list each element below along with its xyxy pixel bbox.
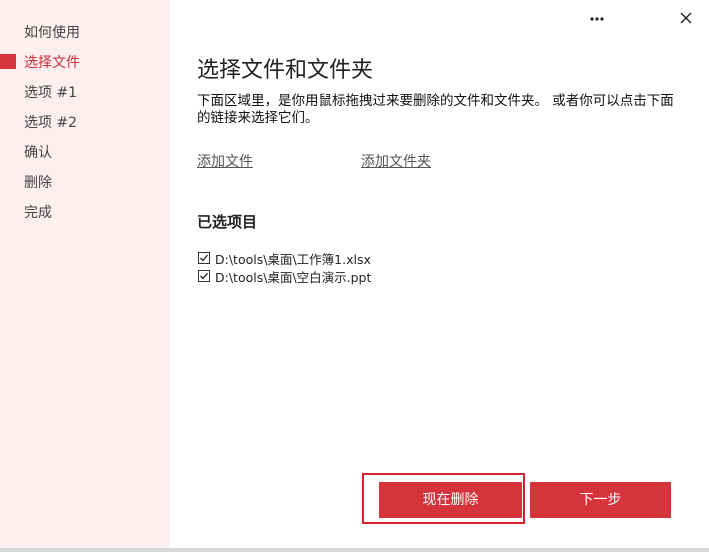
active-marker bbox=[0, 54, 16, 69]
close-icon-svg bbox=[680, 12, 692, 24]
sidebar-item-option-2[interactable]: 选项 #2 bbox=[24, 114, 77, 132]
next-button[interactable]: 下一步 bbox=[530, 482, 671, 518]
sidebar-item-delete[interactable]: 删除 bbox=[24, 174, 52, 192]
file-item[interactable]: D:\tools\桌面\空白演示.ppt bbox=[198, 268, 372, 285]
checkmark-icon bbox=[200, 254, 209, 262]
file-checkbox[interactable] bbox=[198, 252, 210, 264]
checkmark-icon bbox=[200, 272, 209, 280]
sidebar: 如何使用 选择文件 选项 #1 选项 #2 确认 删除 完成 bbox=[0, 0, 170, 552]
selected-items-title: 已选项目 bbox=[197, 213, 258, 231]
file-path: D:\tools\桌面\工作簿1.xlsx bbox=[215, 251, 371, 267]
more-horizontal-icon[interactable] bbox=[585, 8, 609, 30]
file-path: D:\tools\桌面\空白演示.ppt bbox=[215, 269, 372, 285]
sidebar-item-done[interactable]: 完成 bbox=[24, 204, 52, 222]
sidebar-item-select-files[interactable]: 选择文件 bbox=[24, 54, 80, 72]
file-checkbox[interactable] bbox=[198, 270, 210, 282]
add-file-link[interactable]: 添加文件 bbox=[197, 151, 253, 171]
add-folder-link[interactable]: 添加文件夹 bbox=[361, 151, 431, 171]
bottom-divider bbox=[0, 548, 709, 552]
sidebar-item-option-1[interactable]: 选项 #1 bbox=[24, 84, 77, 102]
close-icon[interactable] bbox=[674, 8, 698, 30]
file-item[interactable]: D:\tools\桌面\工作簿1.xlsx bbox=[198, 250, 371, 267]
more-horizontal-icon-svg bbox=[590, 17, 604, 21]
sidebar-item-how-to-use[interactable]: 如何使用 bbox=[24, 24, 80, 42]
sidebar-item-confirm[interactable]: 确认 bbox=[24, 144, 52, 162]
page-title: 选择文件和文件夹 bbox=[197, 58, 374, 83]
page-description: 下面区域里，是你用鼠标拖拽过来要删除的文件和文件夹。 或者你可以点击下面的链接来… bbox=[197, 93, 674, 126]
delete-now-button[interactable]: 现在删除 bbox=[379, 482, 522, 518]
